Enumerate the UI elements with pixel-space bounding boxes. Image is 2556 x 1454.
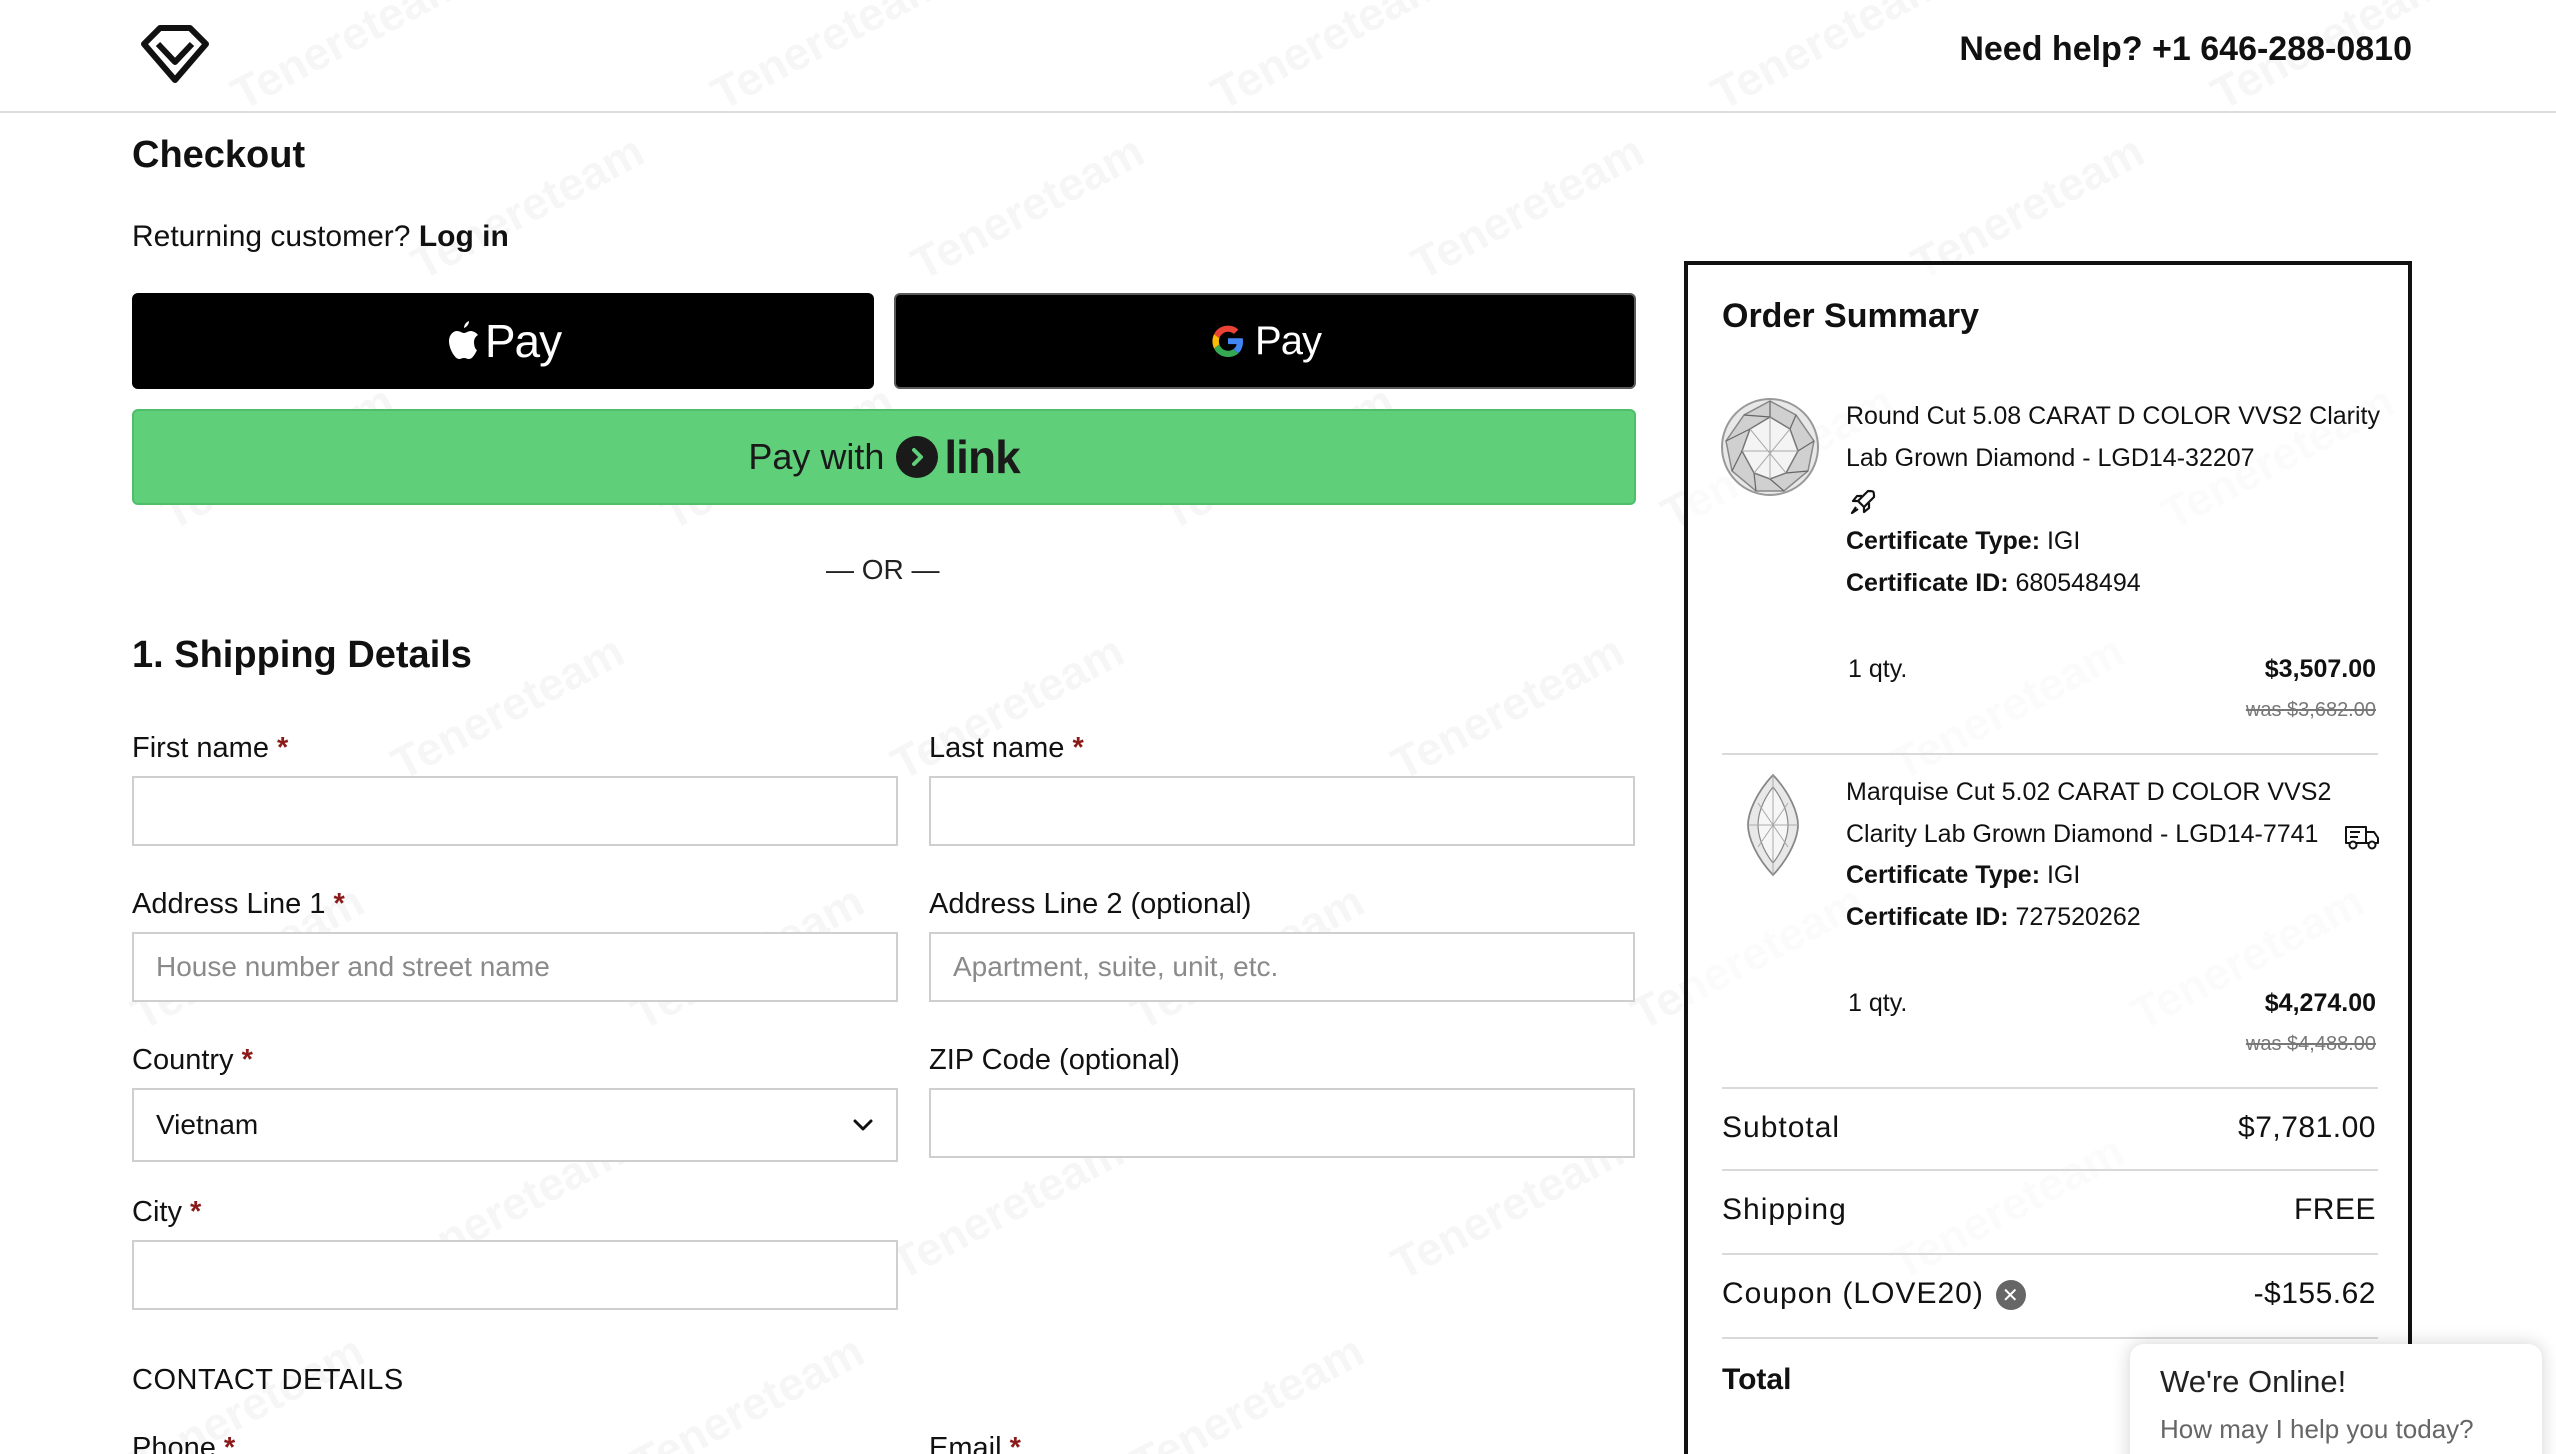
- apple-pay-label: Pay: [484, 315, 562, 367]
- link-pay-prefix: Pay with: [748, 436, 885, 477]
- chat-title: We're Online!: [2160, 1364, 2347, 1399]
- required-mark: *: [333, 888, 345, 920]
- item-was-price: was $3,682.00: [2245, 699, 2376, 721]
- item-qty: 1 qty.: [1848, 989, 1908, 1017]
- chat-subtitle: How may I help you today?: [2160, 1414, 2474, 1444]
- page-title: Checkout: [132, 134, 306, 176]
- zip-label-text: ZIP Code (optional): [929, 1044, 1180, 1076]
- item-title: Marquise Cut 5.02 CARAT D COLOR VVS2 Cla…: [1846, 778, 2332, 848]
- divider: [1722, 753, 2378, 755]
- country-value: Vietnam: [156, 1109, 259, 1140]
- rocket-icon: [1850, 489, 1876, 515]
- cert-type-label: Certificate Type:: [1846, 527, 2041, 555]
- city-label-text: City: [132, 1196, 182, 1228]
- google-g-icon: [1212, 325, 1244, 357]
- link-brand: link: [944, 431, 1020, 483]
- required-mark: *: [277, 732, 289, 764]
- link-arrow-icon: [896, 436, 939, 478]
- item-title: Round Cut 5.08 CARAT D COLOR VVS2 Clarit…: [1846, 402, 2380, 472]
- coupon-value: -$155.62: [2253, 1277, 2376, 1310]
- divider: [1722, 1337, 2378, 1339]
- first-name-label: First name *: [132, 732, 288, 765]
- city-label: City *: [132, 1196, 201, 1229]
- shipping-value: FREE: [2293, 1193, 2376, 1226]
- total-label: Total: [1722, 1363, 1792, 1396]
- email-label-text: Email: [929, 1432, 1002, 1454]
- order-summary-title: Order Summary: [1722, 297, 1979, 335]
- cert-id-value: 727520262: [2015, 903, 2141, 931]
- apple-pay-button[interactable]: Pay: [132, 293, 874, 389]
- item-price: $4,274.00: [2264, 989, 2376, 1017]
- returning-text: Returning customer?: [132, 220, 411, 253]
- cert-type-label: Certificate Type:: [1846, 861, 2041, 889]
- required-mark: *: [1072, 732, 1084, 764]
- city-input[interactable]: [132, 1240, 898, 1310]
- cert-id-label: Certificate ID:: [1846, 903, 2009, 931]
- subtotal-label: Subtotal: [1722, 1111, 1841, 1144]
- required-mark: *: [190, 1196, 202, 1228]
- cert-type-value: IGI: [2046, 527, 2081, 555]
- cert-type-value: IGI: [2046, 861, 2081, 889]
- apple-icon: [448, 321, 478, 359]
- remove-coupon-icon[interactable]: ✕: [1995, 1280, 2026, 1311]
- contact-section-title: CONTACT DETAILS: [132, 1364, 404, 1396]
- last-name-input[interactable]: [929, 776, 1635, 846]
- divider: [1722, 1253, 2378, 1255]
- item-qty: 1 qty.: [1848, 655, 1908, 683]
- coupon-label: Coupon (LOVE20): [1722, 1277, 1984, 1310]
- item-cert-id: Certificate ID: 680548494: [1846, 569, 2141, 598]
- phone-label-text: Phone: [132, 1432, 216, 1454]
- address1-label: Address Line 1 *: [132, 888, 345, 921]
- or-divider: — OR —: [826, 554, 940, 585]
- returning-customer: Returning customer? Log in: [132, 220, 509, 254]
- zip-label: ZIP Code (optional): [929, 1044, 1180, 1077]
- item-was-price: was $4,488.00: [2245, 1033, 2376, 1055]
- item-cert-type: Certificate Type: IGI: [1846, 527, 2080, 556]
- address2-label: Address Line 2 (optional): [929, 888, 1251, 921]
- first-name-input[interactable]: [132, 776, 898, 846]
- marquise-diamond-thumbnail: [1747, 773, 1799, 877]
- checkout-page: Checkout Returning customer? Log in Pay …: [0, 0, 2556, 1454]
- chevron-down-icon: [853, 1119, 873, 1131]
- item-cert-type: Certificate Type: IGI: [1846, 861, 2080, 890]
- subtotal-value: $7,781.00: [2238, 1111, 2376, 1144]
- round-diamond-thumbnail: [1721, 398, 1819, 496]
- link-pay-button[interactable]: Pay with link: [132, 409, 1636, 505]
- divider: [1722, 1169, 2378, 1171]
- country-label: Country *: [132, 1044, 253, 1077]
- required-mark: *: [241, 1044, 253, 1076]
- item-cert-id: Certificate ID: 727520262: [1846, 903, 2141, 932]
- item-price: $3,507.00: [2264, 655, 2376, 683]
- required-mark: *: [223, 1432, 236, 1454]
- truck-icon: [2345, 826, 2379, 850]
- required-mark: *: [1009, 1432, 1021, 1454]
- google-pay-button[interactable]: Pay: [894, 293, 1636, 389]
- chat-widget[interactable]: We're Online! How may I help you today?: [2130, 1344, 2542, 1454]
- last-name-label: Last name *: [929, 732, 1084, 765]
- address1-label-text: Address Line 1: [132, 888, 326, 920]
- coupon-row: Coupon (LOVE20) ✕: [1722, 1277, 2026, 1311]
- cert-id-value: 680548494: [2015, 569, 2141, 597]
- divider: [1722, 1087, 2378, 1089]
- phone-label: Phone *: [132, 1432, 235, 1454]
- cert-id-label: Certificate ID:: [1846, 569, 2009, 597]
- login-link[interactable]: Log in: [419, 220, 509, 253]
- country-label-text: Country: [132, 1044, 234, 1076]
- zip-input[interactable]: [929, 1088, 1635, 1158]
- google-pay-label: Pay: [1255, 318, 1322, 363]
- address2-label-text: Address Line 2 (optional): [929, 888, 1252, 920]
- shipping-section-title: 1. Shipping Details: [132, 634, 472, 676]
- shipping-label: Shipping: [1722, 1193, 1847, 1226]
- order-summary: Order Summary Round Cut 5.08 CARAT D COL…: [1684, 261, 2412, 1454]
- country-select[interactable]: Vietnam: [132, 1088, 898, 1162]
- last-name-label-text: Last name: [929, 732, 1065, 764]
- address2-input[interactable]: [929, 932, 1635, 1002]
- address1-input[interactable]: [132, 932, 898, 1002]
- email-label: Email *: [929, 1432, 1021, 1454]
- first-name-label-text: First name: [132, 732, 269, 764]
